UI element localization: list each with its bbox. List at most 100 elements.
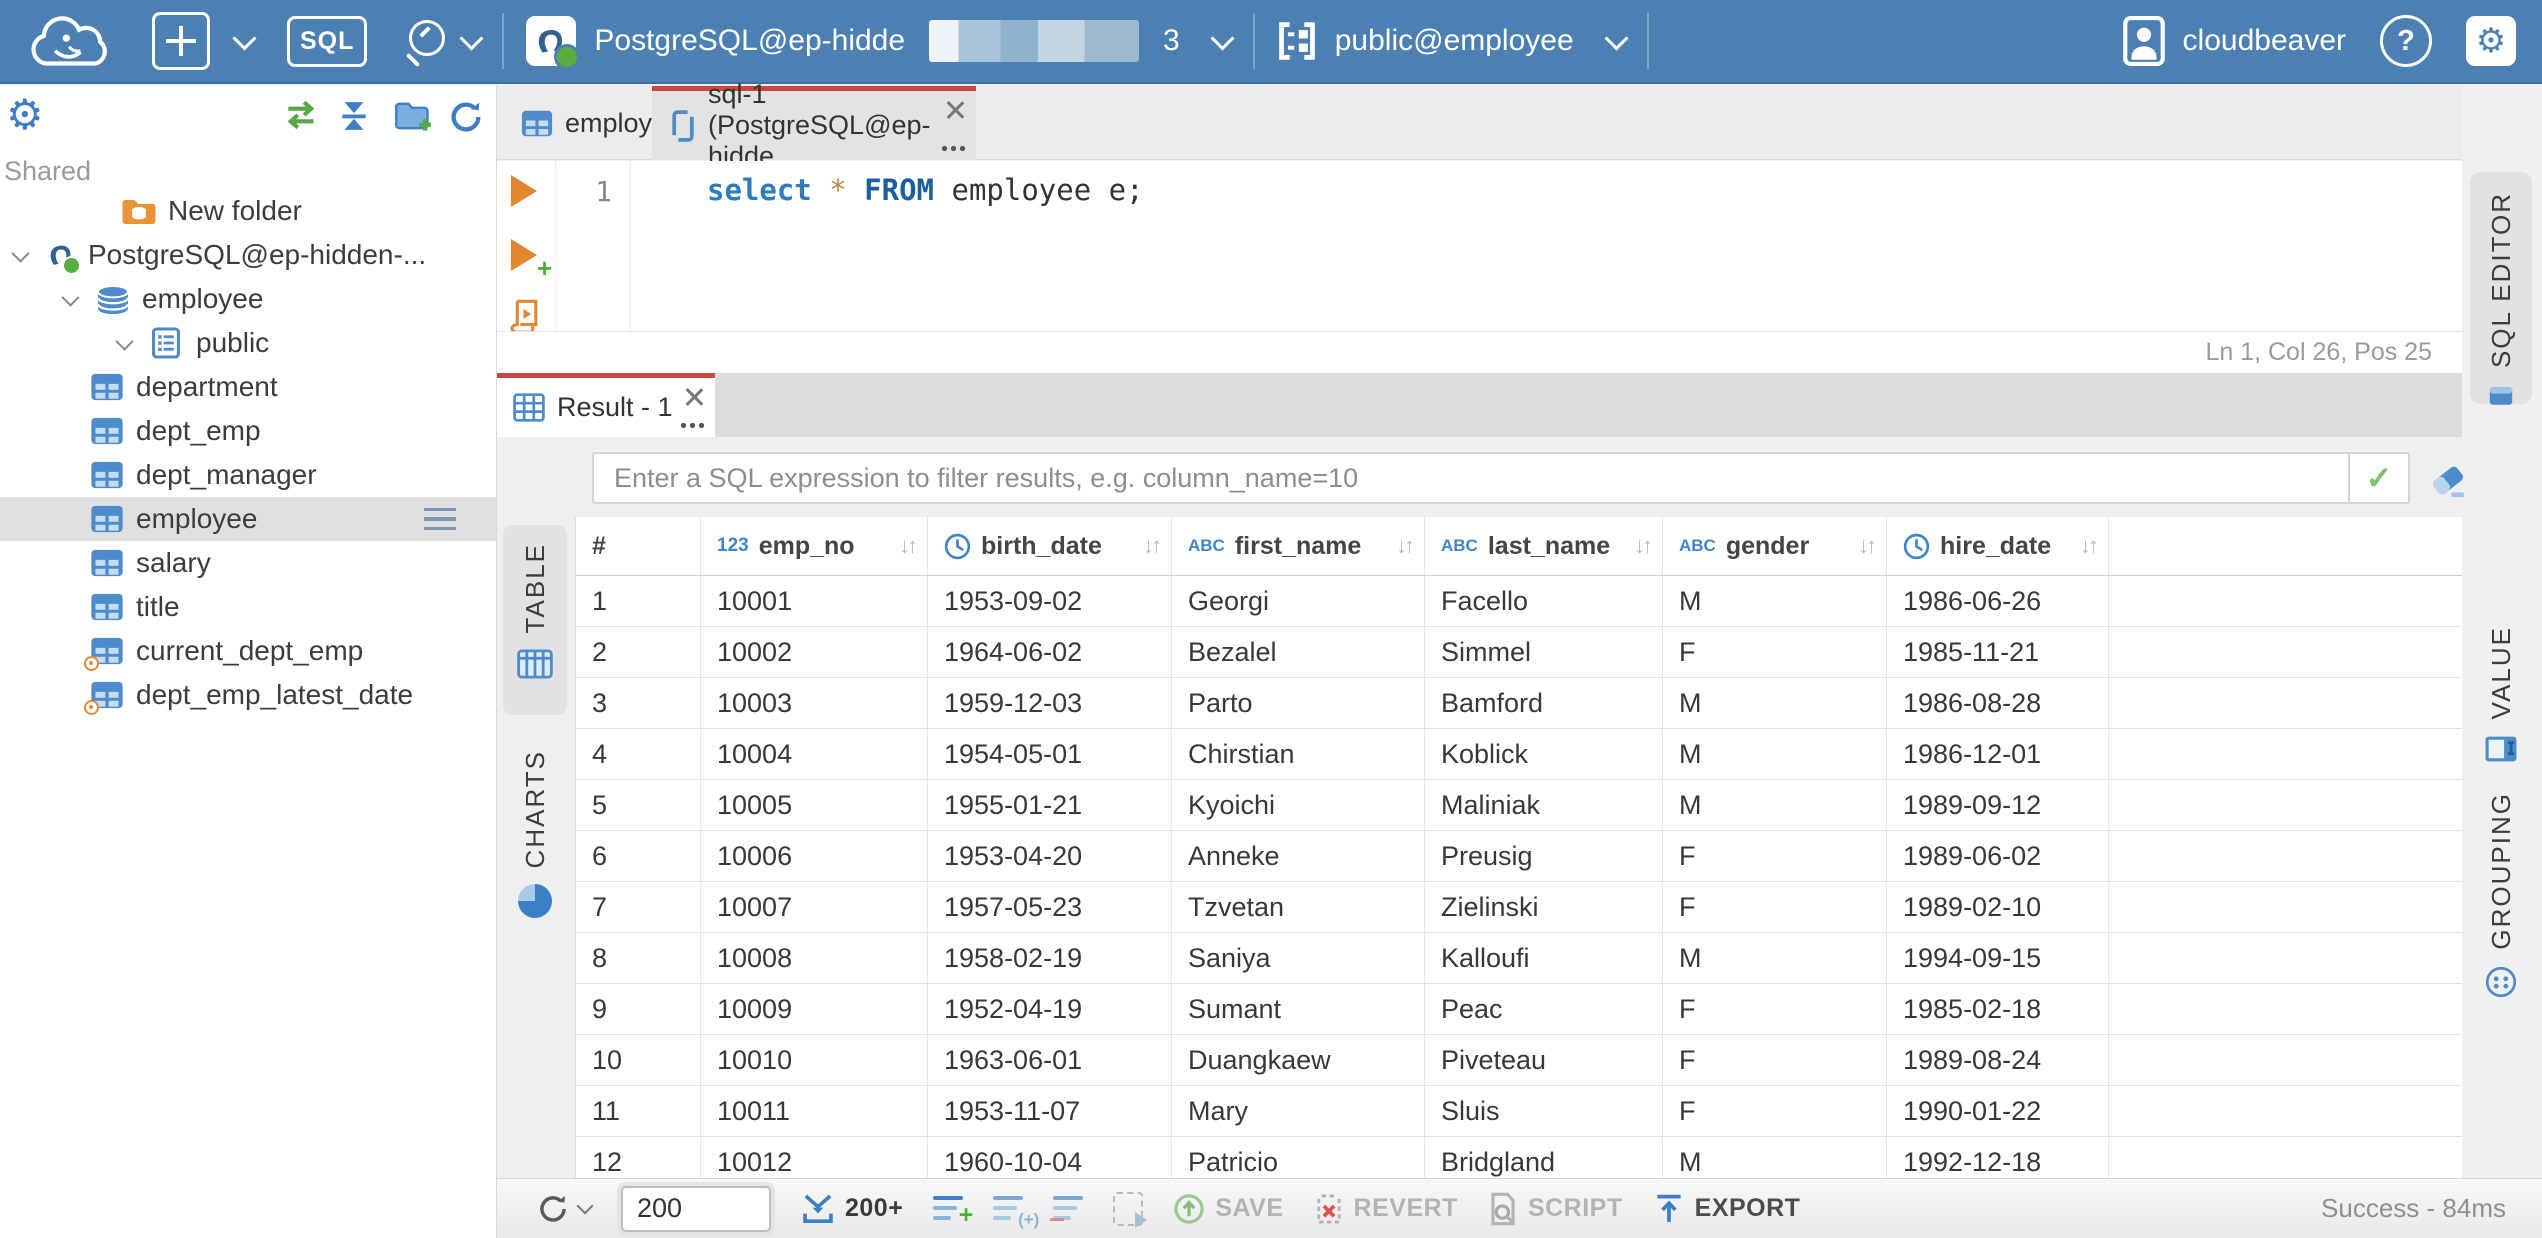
- clear-filter-button[interactable]: [2427, 459, 2469, 499]
- column-header-hire-date[interactable]: hire_date ↓↑: [1887, 517, 2109, 575]
- tree-item-table-selected[interactable]: employee: [0, 497, 496, 541]
- table-row[interactable]: 1 10001 1953-09-02 Georgi Facello M 1986-06-26: [576, 576, 2462, 627]
- driver-search-button[interactable]: [401, 18, 484, 68]
- tree-item-table[interactable]: dept_emp: [0, 409, 496, 453]
- column-header-birth-date[interactable]: birth_date ↓↑: [928, 517, 1172, 575]
- tree-item-view[interactable]: current_dept_emp: [0, 629, 496, 673]
- settings-button[interactable]: ⚙: [2466, 16, 2516, 66]
- schema-selector[interactable]: public@employee: [1277, 21, 1629, 61]
- refresh-results-button[interactable]: [537, 1193, 594, 1225]
- collapse-all-button[interactable]: [337, 100, 373, 132]
- connection-selector[interactable]: PostgreSQL@ep-hidde 3: [526, 16, 1235, 70]
- table-presentation-icon: [517, 649, 553, 679]
- sort-icon[interactable]: ↓↑: [899, 533, 918, 559]
- tab-employee[interactable]: employee: [497, 86, 682, 160]
- tree-item-table[interactable]: salary: [0, 541, 496, 585]
- tree-item-new-folder[interactable]: New folder: [0, 189, 496, 233]
- sort-icon[interactable]: ↓↑: [1858, 533, 1877, 559]
- item-menu-icon[interactable]: [424, 508, 456, 536]
- script-button[interactable]: SCRIPT: [1488, 1192, 1623, 1226]
- tab-more-icon[interactable]: [679, 422, 705, 429]
- table-row[interactable]: 9 10009 1952-04-19 Sumant Peac F 1985-02-18: [576, 984, 2462, 1035]
- chevron-expanded-icon[interactable]: [11, 244, 30, 263]
- table-row[interactable]: 8 10008 1958-02-19 Saniya Kalloufi M 1994-09-1…: [576, 933, 2462, 984]
- code-line[interactable]: select * FROM employee e;: [707, 173, 1144, 207]
- filter-input[interactable]: [594, 462, 2348, 494]
- sort-icon[interactable]: ↓↑: [1396, 533, 1415, 559]
- column-header-rownum[interactable]: #: [576, 517, 701, 575]
- vertical-tab-label: SQL EDITOR: [2485, 192, 2516, 369]
- table-row[interactable]: 4 10004 1954-05-01 Chirstian Koblick M 1986-12…: [576, 729, 2462, 780]
- execute-query-button[interactable]: [511, 175, 537, 207]
- tree-item-database[interactable]: employee: [0, 277, 496, 321]
- tree-item-table[interactable]: dept_manager: [0, 453, 496, 497]
- tree-item-table[interactable]: title: [0, 585, 496, 629]
- save-button[interactable]: SAVE: [1173, 1193, 1283, 1225]
- datetime-type-icon: [944, 533, 971, 560]
- column-header-emp-no[interactable]: 123 emp_no ↓↑: [701, 517, 928, 575]
- table-row[interactable]: 3 10003 1959-12-03 Parto Bamford M 1986-08-28: [576, 678, 2462, 729]
- add-folder-button[interactable]: [394, 100, 431, 132]
- help-button[interactable]: ?: [2380, 15, 2432, 67]
- tab-charts-presentation[interactable]: CHARTS: [503, 732, 567, 972]
- user-menu[interactable]: cloudbeaver: [2122, 16, 2346, 66]
- tree-item-schema[interactable]: public: [0, 321, 496, 365]
- column-header-last-name[interactable]: ABC last_name ↓↑: [1425, 517, 1663, 575]
- row-limit-input[interactable]: [621, 1185, 771, 1232]
- table-row[interactable]: 7 10007 1957-05-23 Tzvetan Zielinski F 1989-02…: [576, 882, 2462, 933]
- table-row[interactable]: 10 10010 1963-06-01 Duangkaew Piveteau F 1989-…: [576, 1035, 2462, 1086]
- tab-table-presentation[interactable]: TABLE: [503, 525, 567, 715]
- result-grid: # 123 emp_no ↓↑ birth_date ↓↑ ABC first_…: [575, 517, 2462, 1188]
- delete-row-button[interactable]: –: [1049, 1195, 1084, 1233]
- tab-sql-editor-panel[interactable]: SQL EDITOR: [2470, 172, 2532, 405]
- delete-row-icon: –: [1049, 1195, 1084, 1233]
- table-row[interactable]: 6 10006 1953-04-20 Anneke Preusig F 1989-06-02: [576, 831, 2462, 882]
- refresh-tree-button[interactable]: [449, 100, 485, 132]
- apply-filter-button[interactable]: ✓: [2348, 454, 2408, 502]
- tab-result-1[interactable]: Result - 1: [497, 373, 715, 437]
- execute-script-button[interactable]: [509, 299, 541, 333]
- tab-sql-editor-active[interactable]: sql-1 (PostgreSQL@ep-hidde...: [652, 79, 976, 171]
- grouping-panel-icon: [2485, 966, 2517, 998]
- table-row[interactable]: 5 10005 1955-01-21 Kyoichi Maliniak M 1989-09-…: [576, 780, 2462, 831]
- column-header-first-name[interactable]: ABC first_name ↓↑: [1172, 517, 1425, 575]
- column-label: last_name: [1487, 531, 1611, 560]
- table-row[interactable]: 2 10002 1964-06-02 Bezalel Simmel F 1985-11-21: [576, 627, 2462, 678]
- tree-item-connection[interactable]: PostgreSQL@ep-hidden-...: [0, 233, 496, 277]
- sort-icon[interactable]: ↓↑: [2080, 533, 2099, 559]
- sql-editor-button[interactable]: SQL: [287, 15, 368, 67]
- execute-new-tab-button[interactable]: [511, 239, 537, 271]
- tab-more-icon[interactable]: [940, 145, 966, 152]
- new-connection-button[interactable]: [152, 12, 257, 70]
- link-editor-button[interactable]: [282, 100, 318, 132]
- export-button[interactable]: EXPORT: [1653, 1192, 1801, 1226]
- tree-item-label: dept_emp: [136, 415, 261, 446]
- tab-value-panel[interactable]: VALUE: [2470, 626, 2532, 763]
- tree-item-view[interactable]: dept_emp_latest_date: [0, 673, 496, 717]
- database-icon: [96, 285, 130, 315]
- column-header-gender[interactable]: ABC gender ↓↑: [1663, 517, 1887, 575]
- fetch-next-page-button[interactable]: 200+: [801, 1193, 903, 1225]
- chevron-expanded-icon[interactable]: [115, 332, 134, 351]
- top-bar: SQL PostgreSQL@ep-hidde 3 public@employe…: [0, 0, 2542, 84]
- duplicate-row-button[interactable]: (+): [993, 1195, 1039, 1229]
- close-icon[interactable]: [685, 386, 703, 404]
- tree-item-label: dept_manager: [136, 459, 317, 490]
- add-row-button[interactable]: +: [933, 1195, 973, 1229]
- result-grid-icon: [513, 393, 545, 422]
- revert-icon: [1316, 1193, 1341, 1224]
- sort-icon[interactable]: ↓↑: [1143, 533, 1162, 559]
- add-row-icon: +: [933, 1195, 973, 1229]
- export-label: EXPORT: [1694, 1194, 1801, 1222]
- chevron-expanded-icon[interactable]: [61, 288, 80, 307]
- apply-changes-button[interactable]: [1113, 1191, 1148, 1228]
- tree-item-table[interactable]: department: [0, 365, 496, 409]
- tab-grouping-panel[interactable]: GROUPING: [2470, 792, 2532, 998]
- sidebar-settings-button[interactable]: ⚙: [6, 94, 44, 136]
- table-row[interactable]: 11 10011 1953-11-07 Mary Sluis F 1990-01-22: [576, 1086, 2462, 1137]
- sort-icon[interactable]: ↓↑: [1634, 533, 1653, 559]
- close-icon[interactable]: [946, 99, 964, 117]
- pie-chart-icon: [518, 884, 552, 919]
- revert-button[interactable]: REVERT: [1314, 1193, 1458, 1225]
- sql-editor[interactable]: + 1 select * FROM employee e; Ln 1, Col …: [497, 161, 2462, 373]
